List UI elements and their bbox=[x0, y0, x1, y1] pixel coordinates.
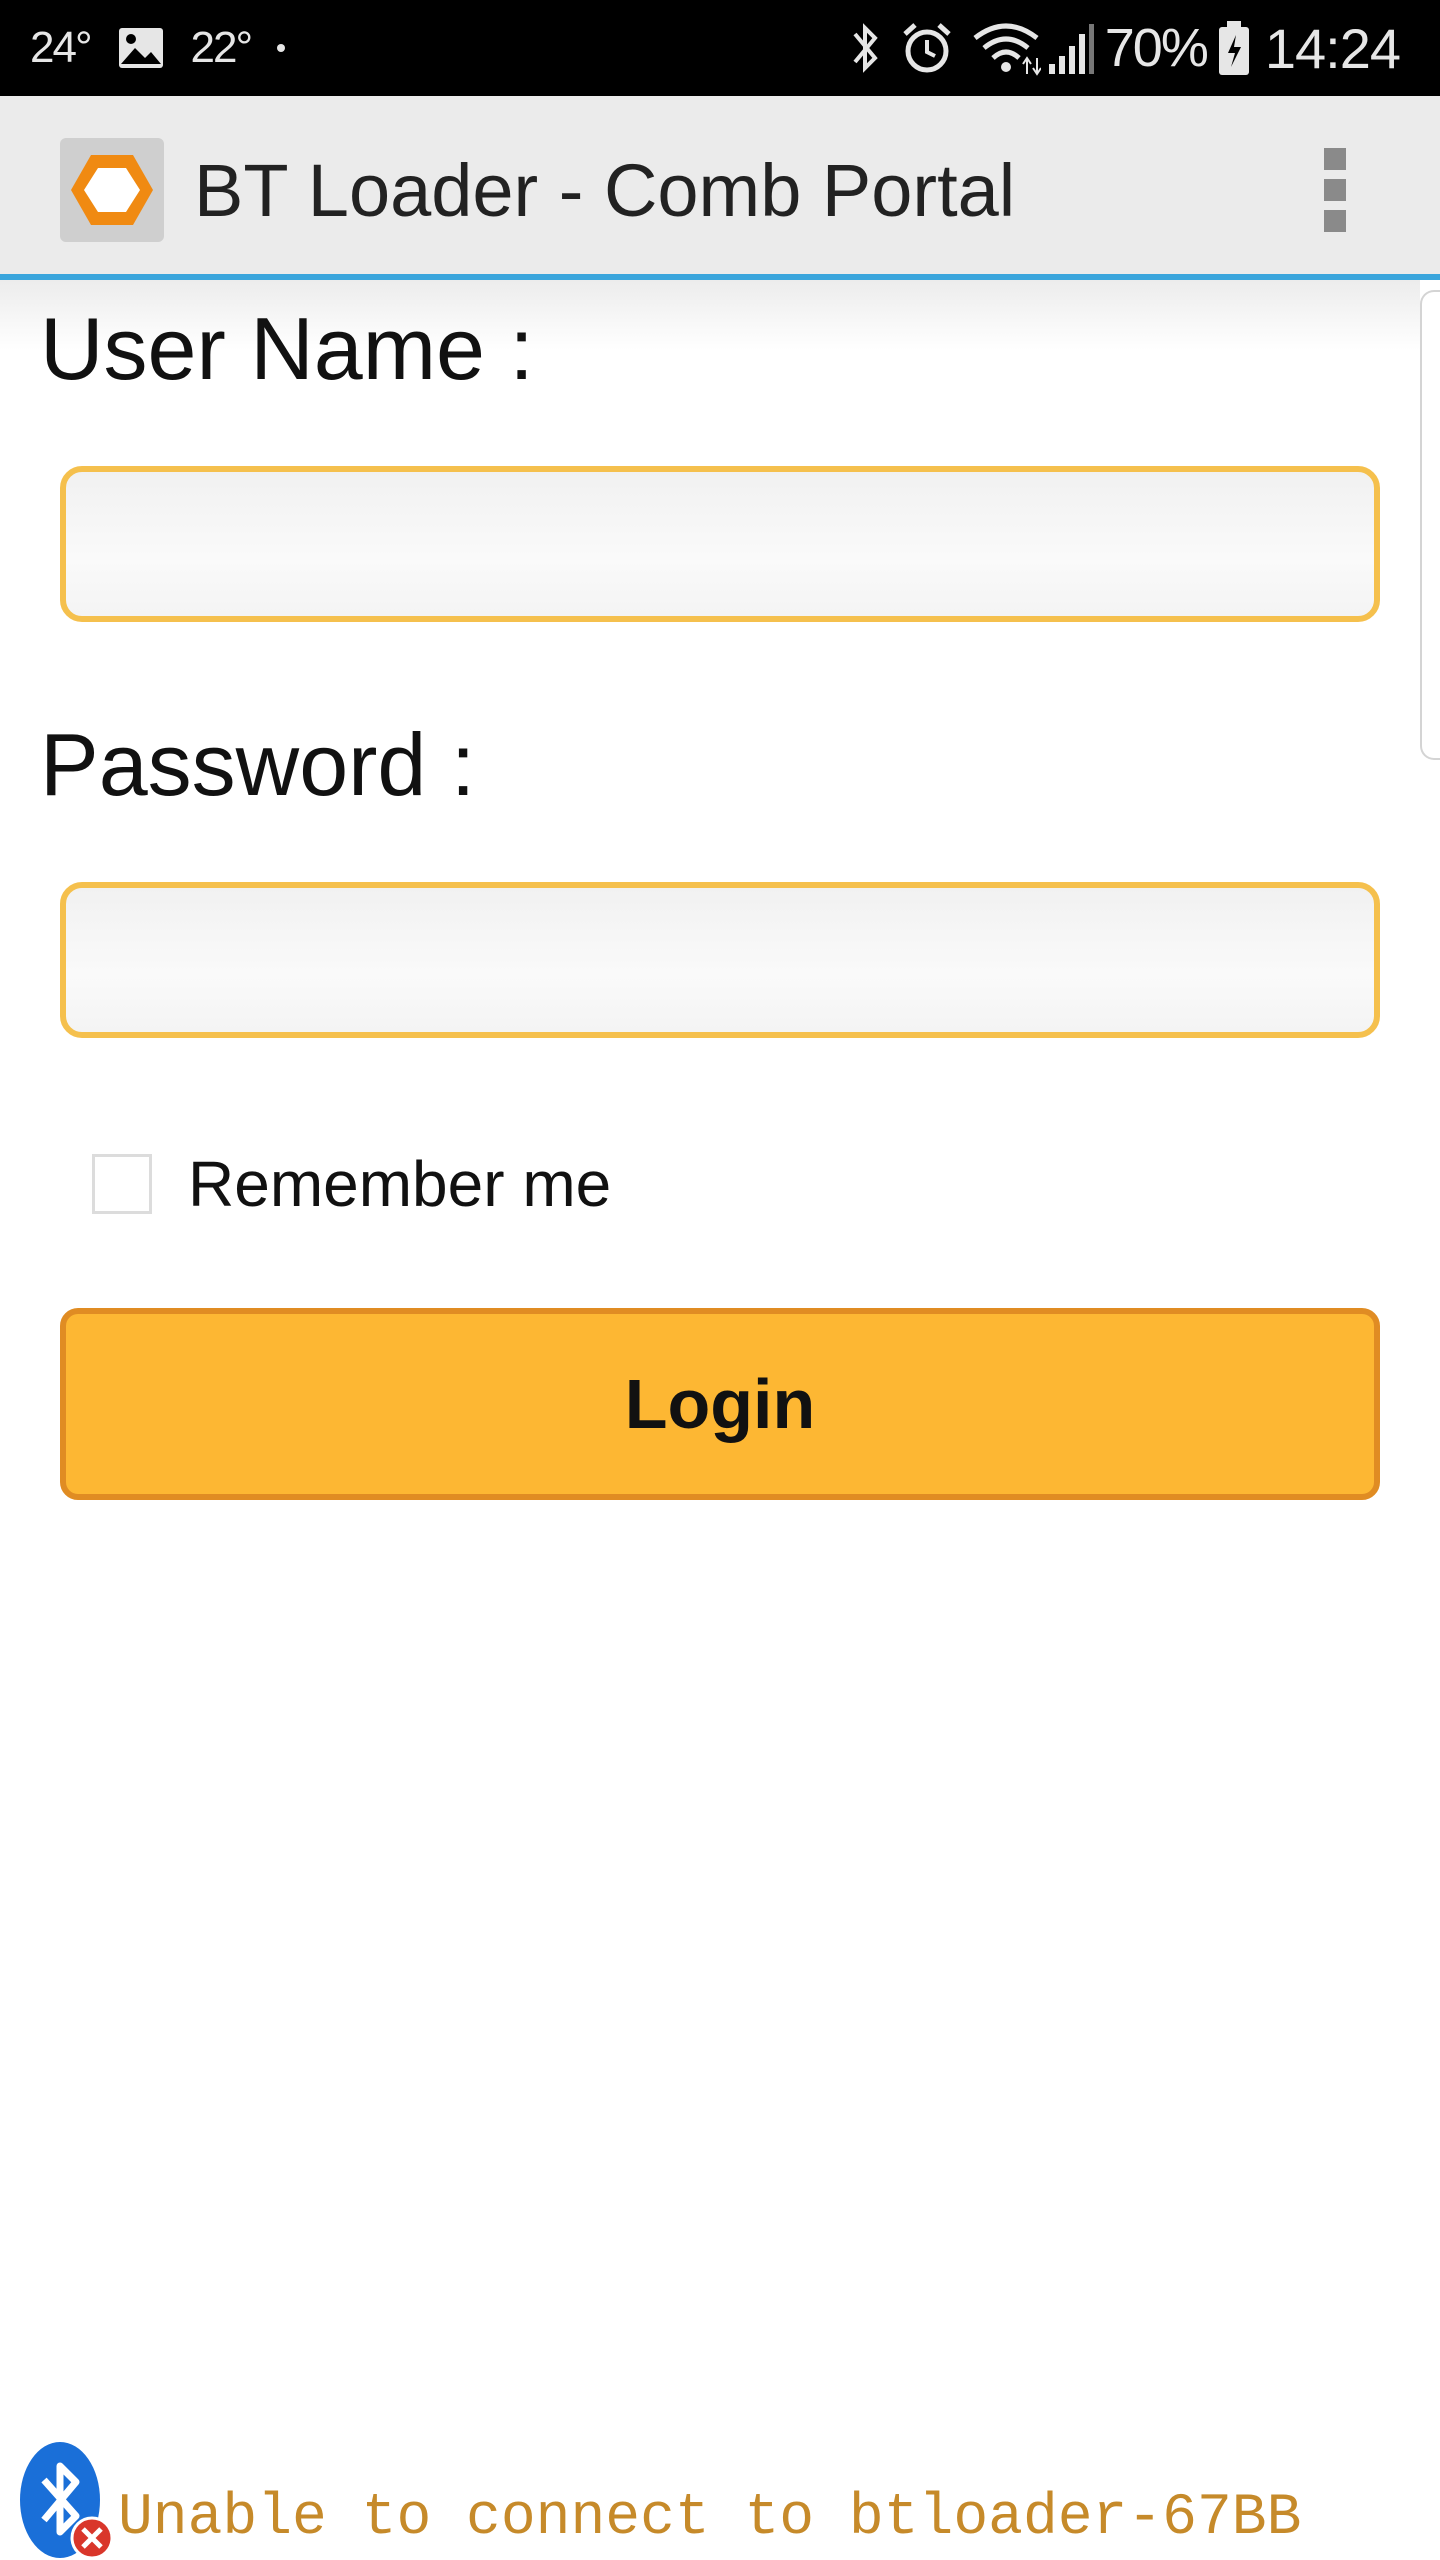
remember-me-label[interactable]: Remember me bbox=[188, 1147, 611, 1221]
weather-temp-1: 24° bbox=[30, 23, 93, 72]
password-label: Password : bbox=[40, 715, 476, 814]
login-button[interactable]: Login bbox=[60, 1308, 1380, 1500]
wifi-icon bbox=[973, 23, 1041, 76]
status-bar: 24° 22° 70% 14:24 bbox=[0, 0, 1440, 96]
bluetooth-disconnected-icon bbox=[20, 2442, 114, 2560]
password-input[interactable] bbox=[60, 882, 1380, 1038]
username-input[interactable] bbox=[60, 466, 1380, 622]
app-title: BT Loader - Comb Portal bbox=[194, 149, 1016, 232]
battery-percent: 70% bbox=[1104, 18, 1209, 78]
scrollbar[interactable] bbox=[1420, 290, 1440, 760]
hexagon-logo-icon bbox=[60, 138, 164, 242]
bluetooth-icon bbox=[853, 23, 878, 73]
alarm-icon bbox=[903, 23, 951, 73]
battery-icon bbox=[1218, 21, 1249, 75]
weather-temp-2: 22° bbox=[190, 23, 254, 72]
username-label: User Name : bbox=[40, 299, 534, 398]
connection-status: Unable to connect to btloader-67BB bbox=[118, 2486, 1302, 2551]
overflow-menu-icon[interactable] bbox=[1320, 148, 1350, 232]
remember-me-row[interactable]: Remember me bbox=[92, 1148, 611, 1220]
signal-icon bbox=[1048, 24, 1094, 74]
login-form: User Name : Password : Remember me Login bbox=[0, 280, 1440, 2560]
remember-me-checkbox[interactable] bbox=[92, 1154, 152, 1214]
notification-dot bbox=[277, 44, 286, 52]
clock: 14:24 bbox=[1264, 16, 1401, 80]
gallery-icon bbox=[118, 28, 163, 68]
app-bar: BT Loader - Comb Portal bbox=[0, 96, 1440, 280]
